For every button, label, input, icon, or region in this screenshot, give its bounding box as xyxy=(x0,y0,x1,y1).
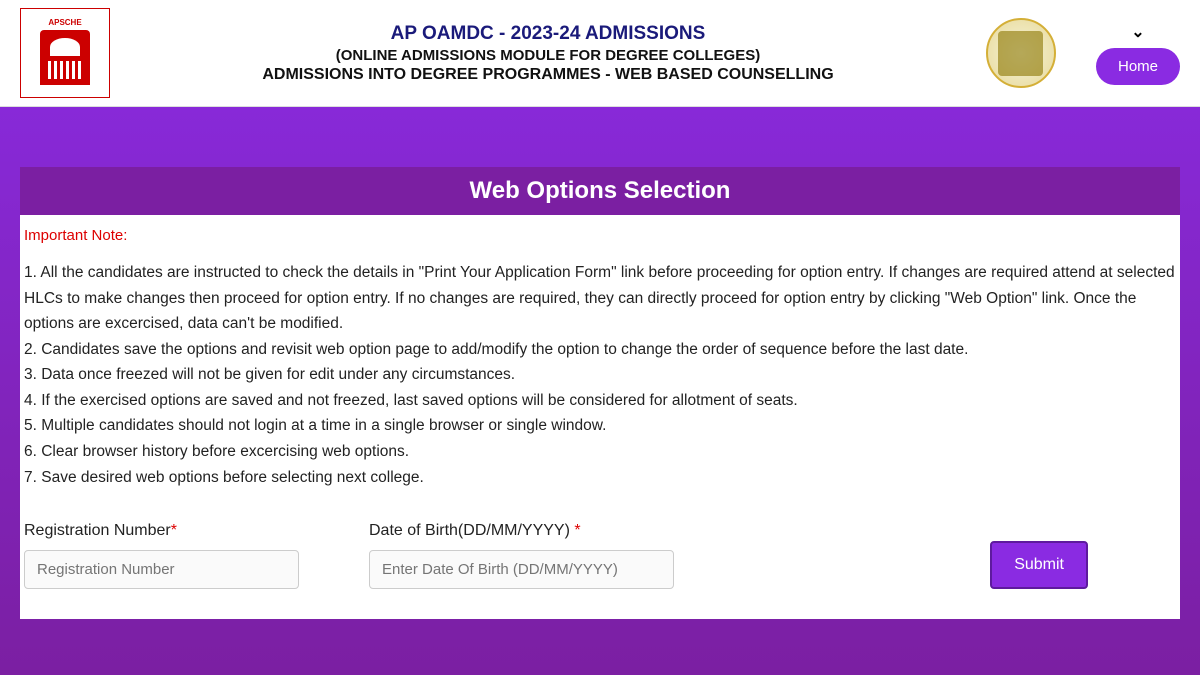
note-item: 1. All the candidates are instructed to … xyxy=(24,260,1178,337)
header: APSCHE AP OAMDC - 2023-24 ADMISSIONS (ON… xyxy=(0,0,1200,107)
dob-input[interactable] xyxy=(369,550,674,589)
note-item: 4. If the exercised options are saved an… xyxy=(24,388,1178,414)
chevron-down-icon[interactable]: ⌄ xyxy=(1131,22,1144,42)
page-subtitle-1: (ONLINE ADMISSIONS MODULE FOR DEGREE COL… xyxy=(110,47,986,64)
govt-emblem-icon xyxy=(998,31,1043,76)
main-content: Web Options Selection Important Note: 1.… xyxy=(20,167,1180,619)
page-title: AP OAMDC - 2023-24 ADMISSIONS xyxy=(110,23,986,45)
apsche-emblem-icon xyxy=(40,30,90,85)
note-item: 6. Clear browser history before excercis… xyxy=(24,439,1178,465)
dob-group: Date of Birth(DD/MM/YYYY) * xyxy=(369,522,674,589)
section-title: Web Options Selection xyxy=(20,167,1180,215)
registration-label-text: Registration Number xyxy=(24,522,171,539)
submit-button[interactable]: Submit xyxy=(990,541,1088,589)
spacer xyxy=(0,107,1200,167)
dob-label: Date of Birth(DD/MM/YYYY) * xyxy=(369,522,674,540)
nav-area: ⌄ Home xyxy=(1096,22,1180,85)
form-row: Registration Number* Date of Birth(DD/MM… xyxy=(22,522,1178,589)
note-item: 7. Save desired web options before selec… xyxy=(24,465,1178,491)
note-item: 5. Multiple candidates should not login … xyxy=(24,413,1178,439)
content-body: Important Note: 1. All the candidates ar… xyxy=(20,227,1180,589)
registration-input[interactable] xyxy=(24,550,299,589)
header-titles: AP OAMDC - 2023-24 ADMISSIONS (ONLINE AD… xyxy=(110,23,986,84)
home-button[interactable]: Home xyxy=(1096,48,1180,85)
registration-label: Registration Number* xyxy=(24,522,299,540)
dob-label-text: Date of Birth(DD/MM/YYYY) xyxy=(369,522,574,539)
apsche-logo: APSCHE xyxy=(20,8,110,98)
apsche-logo-text: APSCHE xyxy=(48,18,81,27)
note-item: 2. Candidates save the options and revis… xyxy=(24,337,1178,363)
important-note-label: Important Note: xyxy=(22,227,1178,244)
required-asterisk: * xyxy=(574,522,580,539)
note-item: 3. Data once freezed will not be given f… xyxy=(24,362,1178,388)
registration-group: Registration Number* xyxy=(24,522,299,589)
page-subtitle-2: ADMISSIONS INTO DEGREE PROGRAMMES - WEB … xyxy=(110,66,986,84)
notes-list: 1. All the candidates are instructed to … xyxy=(22,260,1178,490)
govt-emblem-logo xyxy=(986,18,1056,88)
required-asterisk: * xyxy=(171,522,177,539)
